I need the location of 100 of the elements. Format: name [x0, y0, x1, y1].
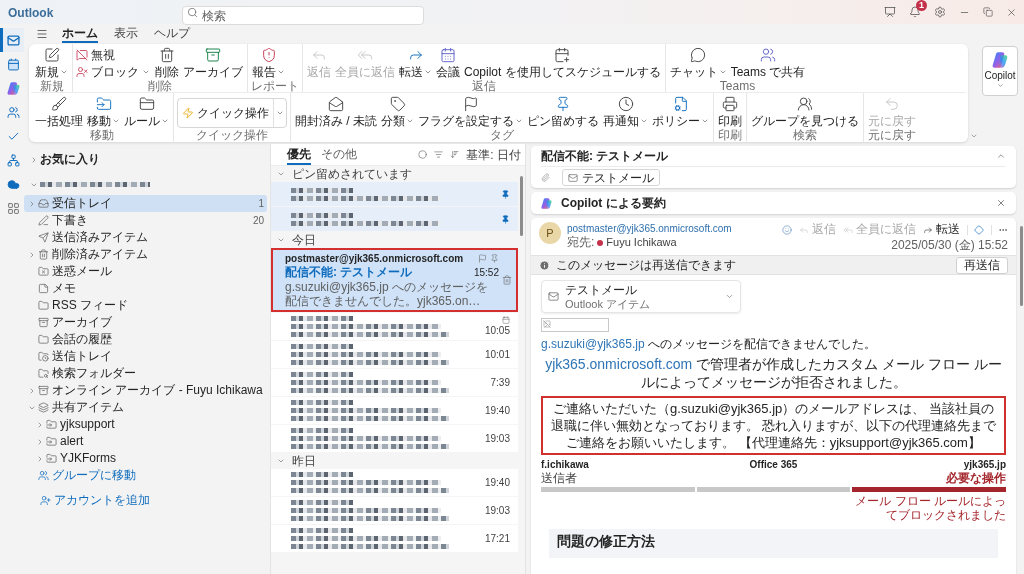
sort-icon[interactable] — [450, 150, 460, 159]
chevron-right-icon[interactable] — [36, 454, 44, 463]
restore-icon[interactable] — [983, 7, 993, 17]
filter-icon[interactable] — [434, 150, 444, 159]
message-item[interactable]: postmaster@yjk365.onmicrosoft.com 配信不能: テストメール 15:52 g.suzuki@yjk365.jp へのメッセージを配信できませんでした。yjk365.on… — [271, 248, 518, 312]
folder-item[interactable]: 送信済みアイテム — [24, 229, 267, 246]
chevron-right-icon[interactable] — [30, 155, 38, 164]
message-item[interactable]: 19:40 — [271, 397, 518, 424]
more-button[interactable] — [991, 224, 1008, 235]
flag-button[interactable]: フラグを設定する — [417, 96, 524, 128]
message-item[interactable] — [271, 207, 518, 231]
scrollbar-thumb[interactable] — [520, 176, 523, 236]
ribbon-tab[interactable]: ヘルプ — [154, 25, 190, 43]
print-button[interactable]: 印刷 — [717, 96, 743, 128]
bell-icon[interactable] — [909, 6, 921, 18]
schedule-button[interactable]: Copilot を使用してスケジュールする — [463, 47, 662, 79]
chevron-right-icon[interactable] — [28, 386, 36, 395]
delete-button[interactable]: 削除 — [154, 47, 180, 79]
menu-icon[interactable] — [36, 28, 48, 40]
close-icon[interactable] — [1006, 6, 1017, 18]
block-button[interactable]: ブロック — [76, 64, 150, 79]
group-header[interactable]: 昨日 — [271, 453, 518, 469]
categorize-button[interactable]: 分類 — [380, 96, 415, 128]
folder-item[interactable]: アカウントを追加 — [24, 492, 267, 509]
folder-item[interactable]: 迷惑メール — [24, 263, 267, 280]
attached-item-card[interactable]: テストメール Outlook アイテム — [541, 280, 741, 313]
presentation-board-icon[interactable] — [884, 6, 896, 18]
folder-item[interactable]: 検索フォルダー — [24, 365, 267, 382]
settings-icon[interactable] — [934, 6, 946, 18]
message-item[interactable]: 19:03 — [271, 425, 518, 452]
folder-item[interactable]: 会話の履歴 — [24, 331, 267, 348]
folder-item[interactable]: 削除済みアイテム — [24, 246, 267, 263]
chevron-right-icon[interactable] — [28, 199, 36, 208]
close-icon[interactable] — [996, 198, 1006, 208]
email-link[interactable]: g.suzuki@yjk365.jp — [541, 337, 645, 351]
group-header[interactable]: 今日 — [271, 232, 518, 248]
recipient-name[interactable]: Fuyu Ichikawa — [606, 235, 677, 250]
chevron-right-icon[interactable] — [36, 437, 44, 446]
select-circle-icon[interactable] — [418, 150, 428, 159]
chevron-down-icon[interactable] — [725, 292, 734, 301]
pin-icon[interactable] — [490, 254, 499, 263]
folder-item[interactable]: メモ — [24, 280, 267, 297]
pin-button[interactable]: ピン留めする — [526, 96, 600, 128]
attachment-chip[interactable]: テストメール — [562, 169, 660, 186]
share-button[interactable]: Teams で共有 — [729, 47, 807, 79]
sort-button[interactable]: 基準: 日付 — [466, 147, 521, 162]
find-groups-button[interactable]: グループを見つける — [750, 96, 860, 128]
scrollbar-thumb[interactable] — [1019, 226, 1023, 306]
folder-item[interactable]: 下書き 20 — [24, 212, 267, 229]
focus-tab[interactable]: その他 — [321, 144, 357, 165]
rules-button[interactable]: ルール — [123, 96, 170, 128]
forward-button[interactable]: 転送 — [398, 47, 433, 79]
domain-link[interactable]: yjk365.onmicrosoft.com — [545, 356, 693, 372]
chat-button[interactable]: チャット — [668, 47, 728, 79]
folder-item[interactable]: オンライン アーカイブ - Fuyu Ichikawa — [24, 382, 267, 399]
message-item[interactable]: 19:40 — [271, 469, 518, 496]
folder-item[interactable]: 共有アイテム — [24, 399, 267, 416]
snooze-button[interactable]: 再通知 — [602, 96, 649, 128]
meeting-button[interactable]: 会議 — [435, 47, 461, 79]
focus-tab[interactable]: 優先 — [287, 144, 311, 165]
sweep-button[interactable]: 一括処理 — [34, 96, 84, 128]
sender-address[interactable]: postmaster@yjk365.onmicrosoft.com — [567, 222, 776, 235]
flag-icon[interactable] — [478, 254, 487, 263]
chevron-right-icon[interactable] — [28, 250, 36, 259]
trash-icon[interactable] — [502, 275, 512, 285]
folder-item[interactable]: 受信トレイ 1 — [24, 195, 267, 212]
folder-item[interactable]: alert — [24, 433, 267, 450]
message-item[interactable]: 10:01 — [271, 341, 518, 368]
folder-item[interactable]: RSS フィード — [24, 297, 267, 314]
react-button[interactable] — [782, 224, 792, 235]
folder-item[interactable]: YJKForms — [24, 450, 267, 467]
message-item[interactable]: 7:39 — [271, 369, 518, 396]
ribbon-tab[interactable]: 表示 — [114, 25, 138, 43]
folder-item[interactable]: yjksupport — [24, 416, 267, 433]
chevron-right-icon[interactable] — [36, 420, 44, 429]
folder-item[interactable]: グループに移動 — [24, 467, 267, 484]
archive-button[interactable]: アーカイブ — [182, 47, 244, 79]
mail-app-button[interactable] — [0, 28, 24, 52]
report-button[interactable]: 報告 — [251, 47, 286, 79]
chevron-up-icon[interactable] — [996, 151, 1006, 161]
policy-button[interactable]: ポリシー — [651, 96, 710, 128]
folder-item[interactable]: アーカイブ — [24, 314, 267, 331]
read-unread-button[interactable]: 開封済み / 未読 — [294, 96, 378, 128]
folder-item[interactable]: 送信トレイ — [24, 348, 267, 365]
resend-button[interactable]: 再送信 — [956, 256, 1008, 274]
chevron-down-icon[interactable] — [970, 132, 978, 140]
message-item[interactable]: 10:05 — [271, 313, 518, 340]
new-mail-button[interactable]: 新規 — [34, 47, 69, 79]
message-item[interactable] — [271, 182, 518, 206]
move-button[interactable]: 移動 — [86, 96, 121, 128]
message-item[interactable]: 19:03 — [271, 497, 518, 524]
forward-button[interactable]: 転送 — [923, 222, 960, 237]
group-header[interactable]: ピン留めされています — [271, 166, 518, 182]
search-field[interactable]: 検索 — [182, 6, 424, 25]
apps-button[interactable] — [967, 224, 984, 235]
quick-steps-dropdown[interactable]: クイック操作 — [177, 98, 287, 128]
folder-item[interactable]: お気に入り — [24, 151, 267, 168]
ignore-button[interactable]: 無視 — [76, 47, 150, 62]
message-item[interactable]: 17:21 — [271, 525, 518, 552]
copilot-button[interactable]: Copilot — [982, 46, 1018, 96]
